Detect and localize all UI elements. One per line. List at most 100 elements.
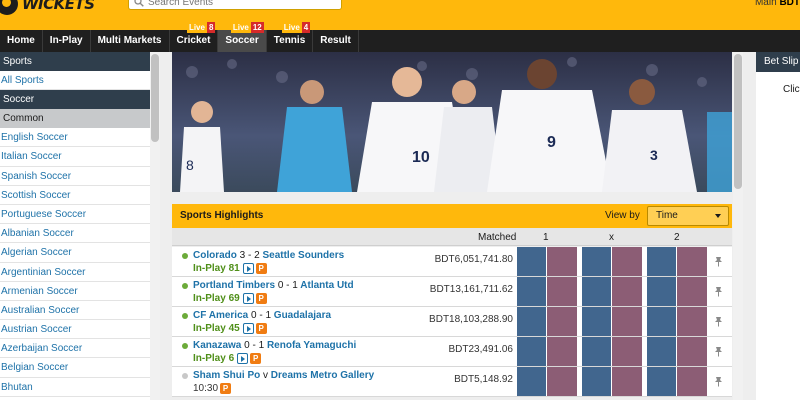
back-odds-button[interactable] [647, 247, 677, 276]
back-odds-button[interactable] [517, 277, 547, 306]
lay-odds-button[interactable] [677, 307, 707, 336]
scrollbar-thumb[interactable] [151, 54, 159, 142]
odds-draw [582, 277, 642, 306]
bet-slip-title: Bet Slip [756, 52, 800, 72]
premium-market-icon[interactable]: P [255, 263, 267, 274]
event-name[interactable]: Colorado 3 - 2 Seattle Sounders [193, 250, 344, 261]
back-odds-button[interactable] [647, 367, 677, 396]
pin-icon[interactable] [714, 286, 723, 297]
sports-highlights-title: Sports Highlights [180, 210, 264, 221]
event-status-text: In-Play 45 [193, 323, 240, 334]
nav-multi-markets[interactable]: Multi Markets [91, 30, 170, 52]
view-by-label: View by [605, 210, 640, 221]
table-row[interactable]: Sham Shui Po v Dreams Metro Gallery 10:30… [172, 367, 732, 397]
lay-odds-button[interactable] [547, 367, 577, 396]
back-odds-button[interactable] [517, 247, 547, 276]
event-name[interactable]: Kanazawa 0 - 1 Renofa Yamaguchi [193, 340, 356, 351]
nav-in-play[interactable]: In-Play [43, 30, 91, 52]
live-stream-icon[interactable] [242, 323, 254, 334]
event-name[interactable]: CF America 0 - 1 Guadalajara [193, 310, 331, 321]
lay-odds-button[interactable] [612, 337, 642, 366]
nav-home[interactable]: Home [0, 30, 43, 52]
search-box[interactable] [128, 0, 342, 10]
pin-icon[interactable] [714, 376, 723, 387]
table-row[interactable]: Kanazawa 0 - 1 Renofa Yamaguchi In-Play 6… [172, 337, 732, 367]
sidebar-item-english-soccer[interactable]: English Soccer [0, 128, 150, 148]
back-odds-button[interactable] [517, 307, 547, 336]
odds-draw [582, 367, 642, 396]
back-odds-button[interactable] [517, 367, 547, 396]
search-input[interactable] [148, 0, 328, 8]
away-team: Dreams Metro Gallery [270, 370, 375, 381]
sidebar-item-austrian-soccer[interactable]: Austrian Soccer [0, 320, 150, 340]
sidebar-item-belgian-soccer[interactable]: Belgian Soccer [0, 358, 150, 378]
sidebar-item-albanian-soccer[interactable]: Albanian Soccer [0, 224, 150, 244]
table-row[interactable]: Portland Timbers 0 - 1 Atlanta Utd In-Pla… [172, 277, 732, 307]
sidebar-item-all-sports[interactable]: All Sports [0, 71, 150, 91]
premium-market-icon[interactable]: P [255, 323, 267, 334]
lay-odds-button[interactable] [612, 247, 642, 276]
back-odds-button[interactable] [647, 307, 677, 336]
sidebar-item-algerian-soccer[interactable]: Algerian Soccer [0, 243, 150, 263]
live-stream-icon[interactable] [242, 263, 254, 274]
pin-icon[interactable] [714, 316, 723, 327]
lay-odds-button[interactable] [547, 337, 577, 366]
sidebar-item-spanish-soccer[interactable]: Spanish Soccer [0, 167, 150, 186]
top-header: WICKETS Main BDT [0, 0, 800, 30]
lay-odds-button[interactable] [677, 277, 707, 306]
back-odds-button[interactable] [647, 277, 677, 306]
nav-result[interactable]: Result [313, 30, 359, 52]
sidebar-item-italian-soccer[interactable]: Italian Soccer [0, 147, 150, 167]
view-by-select[interactable]: Time [647, 206, 729, 226]
nav-cricket[interactable]: Cricket Live 8 [170, 22, 219, 52]
back-odds-button[interactable] [647, 337, 677, 366]
event-name[interactable]: Sham Shui Po v Dreams Metro Gallery [193, 370, 374, 381]
back-odds-button[interactable] [582, 337, 612, 366]
back-odds-button[interactable] [582, 307, 612, 336]
live-stream-icon[interactable] [242, 293, 254, 304]
content-scrollbar[interactable] [733, 52, 743, 400]
nav-soccer[interactable]: Soccer Live 12 [218, 22, 267, 52]
main-balance[interactable]: Main BDT [755, 0, 800, 8]
sidebar-section-common: Common [0, 109, 150, 129]
event-status: 10:30 P [193, 383, 232, 394]
site-logo[interactable]: WICKETS [0, 0, 95, 16]
sidebar-item-scottish-soccer[interactable]: Scottish Soccer [0, 186, 150, 205]
live-stream-icon[interactable] [237, 353, 249, 364]
lay-odds-button[interactable] [677, 247, 707, 276]
back-odds-button[interactable] [582, 277, 612, 306]
lay-odds-button[interactable] [547, 247, 577, 276]
sidebar-item-azerbaijan-soccer[interactable]: Azerbaijan Soccer [0, 339, 150, 359]
lay-odds-button[interactable] [547, 277, 577, 306]
back-odds-button[interactable] [582, 247, 612, 276]
away-team: Atlanta Utd [300, 280, 354, 291]
sidebar-item-argentinian-soccer[interactable]: Argentinian Soccer [0, 263, 150, 282]
lay-odds-button[interactable] [547, 307, 577, 336]
premium-market-icon[interactable]: P [255, 293, 267, 304]
sidebar-item-armenian-soccer[interactable]: Armenian Soccer [0, 282, 150, 301]
scrollbar-thumb[interactable] [734, 54, 742, 189]
lay-odds-button[interactable] [677, 367, 707, 396]
premium-market-icon[interactable]: P [250, 353, 262, 364]
event-name[interactable]: Portland Timbers 0 - 1 Atlanta Utd [193, 280, 354, 291]
table-row[interactable]: Colorado 3 - 2 Seattle Sounders In-Play 8… [172, 247, 732, 277]
sidebar-item-bhutan[interactable]: Bhutan [0, 378, 150, 397]
pin-icon[interactable] [714, 346, 723, 357]
sidebar-scrollbar[interactable] [150, 52, 160, 400]
nav-tennis[interactable]: Tennis Live 4 [267, 22, 314, 52]
lay-odds-button[interactable] [677, 337, 707, 366]
hero-banner[interactable]: 8 10 9 3 [172, 52, 732, 192]
back-odds-button[interactable] [582, 367, 612, 396]
main-content: 8 10 9 3 Sports Highlights View by Time [172, 52, 732, 400]
home-team: Colorado [193, 250, 237, 261]
lay-odds-button[interactable] [612, 307, 642, 336]
back-odds-button[interactable] [517, 337, 547, 366]
odds-away [647, 367, 707, 396]
lay-odds-button[interactable] [612, 367, 642, 396]
sidebar-item-australian-soccer[interactable]: Australian Soccer [0, 301, 150, 321]
pin-icon[interactable] [714, 256, 723, 267]
sidebar-item-portuguese-soccer[interactable]: Portuguese Soccer [0, 205, 150, 225]
lay-odds-button[interactable] [612, 277, 642, 306]
table-row[interactable]: CF America 0 - 1 Guadalajara In-Play 45 P B… [172, 307, 732, 337]
premium-market-icon[interactable]: P [220, 383, 232, 394]
